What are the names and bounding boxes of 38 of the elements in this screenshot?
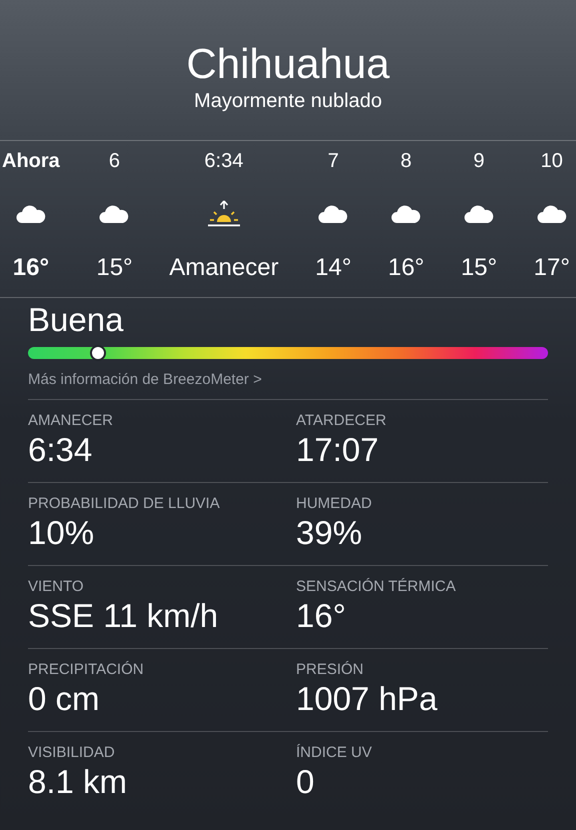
detail-value: 1007 hPa — [296, 679, 438, 719]
hour-temperature: 14° — [315, 253, 352, 283]
detail-label: PRESIÓN — [296, 661, 364, 679]
detail-label: PROBABILIDAD DE LLUVIA — [28, 495, 220, 513]
detail-value: 0 — [296, 762, 314, 802]
hour-label: 6:34 — [204, 149, 244, 174]
detail-label: SENSACIÓN TÉRMICA — [296, 578, 456, 596]
hour-temperature: 16° — [388, 253, 424, 283]
hour-temperature: Amanecer — [169, 253, 279, 283]
hour-label: 9 — [473, 149, 485, 174]
detail-value: 39% — [296, 513, 362, 553]
detail-value: 16° — [296, 596, 346, 636]
detail-value: 8.1 km — [28, 762, 128, 802]
breezometer-link[interactable]: Más información de BreezoMeter > — [28, 369, 262, 391]
detail-label: AMANECER — [28, 412, 114, 430]
detail-value: SSE 11 km/h — [28, 596, 218, 636]
detail-label: VISIBILIDAD — [28, 744, 115, 762]
detail-label: VIENTO — [28, 578, 84, 596]
hour-temperature: 15° — [460, 253, 498, 283]
detail-value: 10% — [28, 513, 94, 553]
city-name: Chihuahua — [186, 40, 390, 88]
hour-temperature: 17° — [534, 253, 570, 283]
detail-value: 17:07 — [296, 430, 379, 470]
air-quality-label: Buena — [28, 300, 124, 340]
detail-value: 6:34 — [28, 430, 92, 470]
hour-label: 6 — [108, 149, 120, 174]
detail-label: PRECIPITACIÓN — [28, 661, 144, 679]
hour-label: 10 — [540, 149, 563, 174]
hour-temperature: 16° — [12, 253, 50, 283]
detail-label: HUMEDAD — [296, 495, 372, 513]
hour-temperature: 15° — [96, 253, 133, 283]
detail-value: 0 cm — [28, 679, 100, 719]
detail-label: ÍNDICE UV — [296, 744, 372, 762]
hour-label: 7 — [328, 149, 339, 174]
weather-condition: Mayormente nublado — [194, 89, 382, 114]
hour-label: Ahora — [2, 149, 60, 174]
hour-label: 8 — [400, 149, 412, 174]
detail-label: ATARDECER — [296, 412, 386, 430]
